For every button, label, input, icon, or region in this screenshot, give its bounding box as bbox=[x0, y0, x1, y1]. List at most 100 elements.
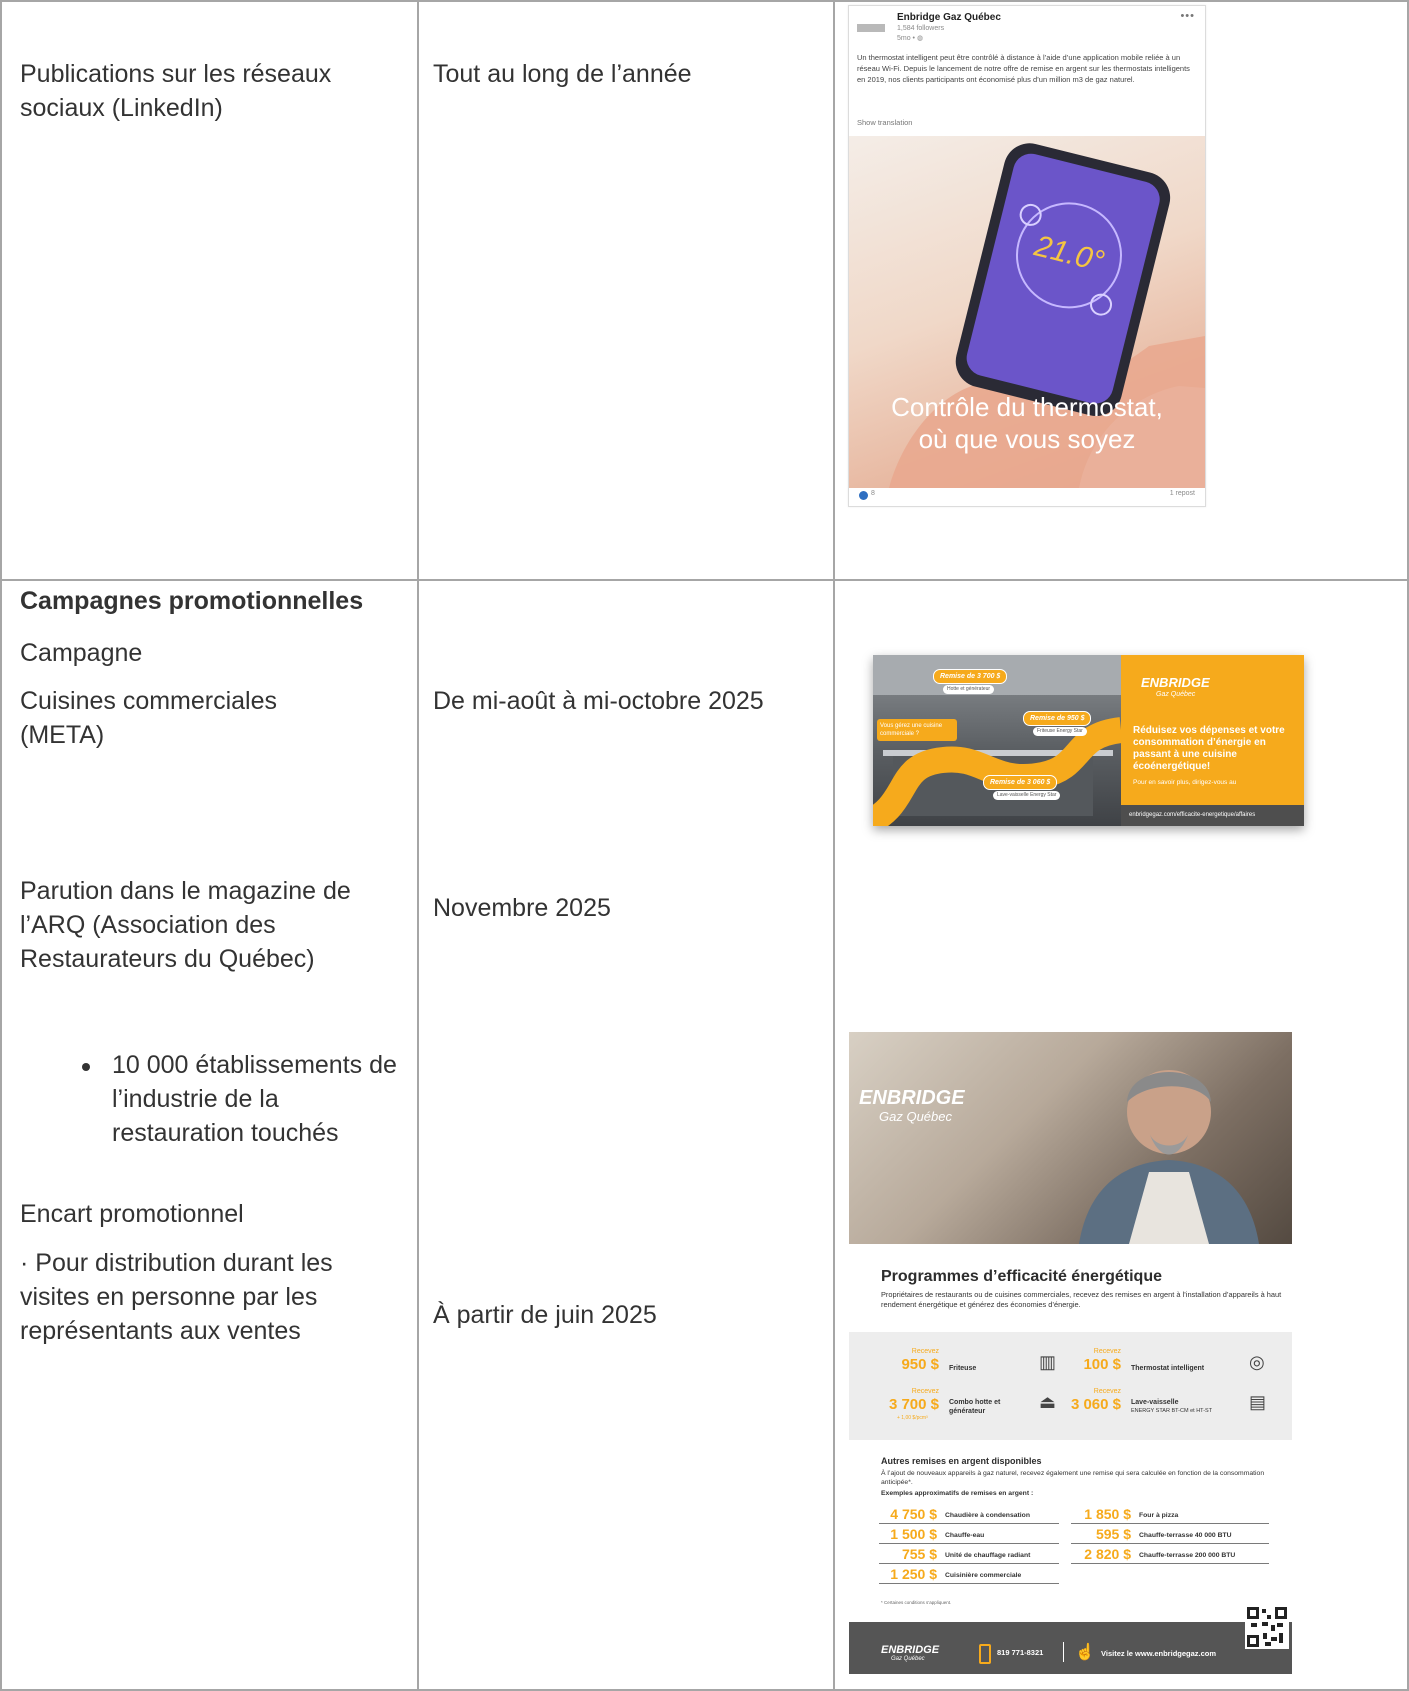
company-logo bbox=[857, 24, 885, 32]
rebate-item: Thermostat intelligent bbox=[1131, 1365, 1205, 1372]
bullet-dot bbox=[82, 1063, 90, 1071]
insert-activity: Encart promotionnel bbox=[20, 1200, 244, 1228]
example-item: Chauffe-terrasse 200 000 BTU bbox=[1139, 1552, 1236, 1559]
promotional-flyer: ENBRIDGE Gaz Québec Programmes d’efficac… bbox=[849, 1032, 1292, 1686]
other-rebates-text: À l’ajout de nouveaux appareils à gaz na… bbox=[881, 1470, 1265, 1486]
more-options-icon: ••• bbox=[1180, 10, 1195, 22]
example-divider bbox=[1071, 1523, 1269, 1524]
footer-separator bbox=[1063, 1642, 1064, 1662]
post-time: 5mo • ◍ bbox=[897, 34, 923, 42]
example-amount: 755 $ bbox=[901, 1546, 937, 1562]
post-followers: 1,584 followers bbox=[897, 25, 945, 32]
meta-period: De mi-août à mi-octobre 2025 bbox=[433, 687, 764, 715]
example-divider bbox=[1071, 1563, 1269, 1564]
rebate-label: Recevez bbox=[911, 1388, 939, 1395]
table-row-divider bbox=[0, 579, 1409, 581]
rebate-amount: 3 060 $ bbox=[1070, 1396, 1121, 1413]
table-border-left bbox=[0, 0, 2, 1691]
footer-phone: 819 771-8321 bbox=[997, 1648, 1044, 1657]
enbridge-logo-sub: Gaz Québec bbox=[1156, 691, 1196, 698]
rebate-tag: Friteuse Energy Star bbox=[1033, 727, 1087, 736]
flyer-enbridge-logo: ENBRIDGE bbox=[859, 1087, 965, 1109]
table-border-top bbox=[0, 0, 1409, 2]
rebate-note: ENERGY STAR BT-CM et HT-ST bbox=[1131, 1408, 1213, 1414]
qr-code bbox=[1245, 1605, 1289, 1649]
table-col-divider bbox=[417, 0, 419, 1691]
qr-code-pattern bbox=[1247, 1607, 1287, 1647]
show-translation-link: Show translation bbox=[857, 118, 913, 127]
ad-question: Vous gérez une cuisine commerciale ? bbox=[877, 719, 957, 741]
ad-headline: Réduisez vos dépenses et votre consommat… bbox=[1133, 725, 1285, 772]
dishwasher-icon: ▤ bbox=[1249, 1392, 1267, 1412]
linkedin-period: Tout au long de l’année bbox=[433, 60, 692, 88]
thermostat-icon: ◎ bbox=[1249, 1352, 1265, 1372]
ad-more-info: Pour en savoir plus, dirigez-vous au bbox=[1133, 779, 1237, 786]
example-amount: 2 820 $ bbox=[1084, 1546, 1131, 1562]
rebate-pill: Remise de 3 700 $ bbox=[933, 669, 1008, 684]
example-item: Chaudière à condensation bbox=[945, 1512, 1030, 1519]
insert-period: À partir de juin 2025 bbox=[433, 1301, 657, 1329]
example-divider bbox=[879, 1523, 1059, 1524]
rebate-label: Recevez bbox=[911, 1348, 939, 1355]
phone-icon bbox=[979, 1644, 991, 1664]
like-count: 8 bbox=[871, 490, 875, 497]
rebate-label: Recevez bbox=[1093, 1348, 1121, 1355]
rebate-tag: Lave-vaisselle Energy Star bbox=[993, 791, 1061, 800]
flyer-title: Programmes d’efficacité énergétique bbox=[881, 1268, 1162, 1285]
flyer-enbridge-logo-sub: Gaz Québec bbox=[879, 1109, 952, 1124]
chef-illustration bbox=[1079, 1070, 1259, 1244]
post-body: Un thermostat intelligent peut être cont… bbox=[857, 53, 1190, 84]
footer-enbridge-logo: ENBRIDGE bbox=[881, 1644, 940, 1656]
flyer-intro: Propriétaires de restaurants ou de cuisi… bbox=[881, 1290, 1282, 1309]
enbridge-logo: ENBRIDGE bbox=[1141, 675, 1210, 690]
example-divider bbox=[879, 1583, 1059, 1584]
image-caption: Contrôle du thermostat, où que vous soye… bbox=[849, 391, 1205, 455]
thermostat-photo: 21.0° Contrôle du thermostat, où que vou… bbox=[849, 136, 1205, 488]
globe-icon: ◍ bbox=[916, 35, 924, 42]
caption-line-1: Contrôle du thermostat, bbox=[891, 392, 1163, 422]
like-icon bbox=[859, 491, 868, 500]
rebate-amount: 3 700 $ bbox=[888, 1396, 939, 1413]
ad-url: enbridgegaz.com/efficacite-energetique/a… bbox=[1129, 812, 1256, 818]
post-company-name: Enbridge Gaz Québec bbox=[897, 12, 1001, 23]
repost-count: 1 repost bbox=[1169, 490, 1195, 497]
campaigns-heading: Campagnes promotionnelles bbox=[20, 587, 364, 615]
kitchen-photo: Remise de 3 700 $ Hotte et générateur Vo… bbox=[873, 655, 1123, 826]
example-amount: 1 250 $ bbox=[890, 1566, 937, 1582]
rebate-pill: Remise de 3 060 $ bbox=[983, 775, 1058, 790]
meta-ad-image: Remise de 3 700 $ Hotte et générateur Vo… bbox=[873, 655, 1304, 826]
example-item: Chauffe-terrasse 40 000 BTU bbox=[1139, 1532, 1232, 1539]
meta-activity: Cuisines commerciales (META) bbox=[20, 687, 278, 749]
arq-bullet-text: 10 000 établissements de l’industrie de … bbox=[112, 1051, 397, 1147]
rebate-pill: Remise de 950 $ bbox=[1023, 711, 1092, 726]
insert-detail: · Pour distribution durant les visites e… bbox=[20, 1249, 333, 1345]
chef-photo: ENBRIDGE Gaz Québec bbox=[849, 1032, 1292, 1244]
arq-period: Novembre 2025 bbox=[433, 894, 611, 922]
example-item: Unité de chauffage radiant bbox=[945, 1552, 1031, 1559]
example-item: Four à pizza bbox=[1139, 1512, 1179, 1519]
click-cursor-icon: ☝ bbox=[1075, 1644, 1095, 1661]
rebate-item: Combo hotte et générateur bbox=[949, 1399, 1001, 1415]
examples-title: Exemples approximatifs de remises en arg… bbox=[881, 1490, 1034, 1497]
example-amount: 1 500 $ bbox=[890, 1526, 937, 1542]
linkedin-post-image: Enbridge Gaz Québec 1,584 followers 5mo … bbox=[848, 5, 1206, 507]
example-divider bbox=[879, 1563, 1059, 1564]
table-col-divider bbox=[833, 0, 835, 1691]
linkedin-activity: Publications sur les réseaux sociaux (Li… bbox=[20, 60, 332, 122]
example-divider bbox=[1071, 1543, 1269, 1544]
example-divider bbox=[879, 1543, 1059, 1544]
example-amount: 4 750 $ bbox=[890, 1506, 937, 1522]
footer-website: Visitez le www.enbridgegaz.com bbox=[1101, 1649, 1217, 1658]
rebate-amount: 950 $ bbox=[901, 1356, 939, 1373]
flyer-footnote: * Certaines conditions s’appliquent. bbox=[881, 1600, 952, 1605]
rebate-note: + 1,00 $/pcm³ bbox=[897, 1415, 928, 1421]
caption-line-2: où que vous soyez bbox=[918, 424, 1136, 454]
rebate-label: Recevez bbox=[1093, 1388, 1121, 1395]
example-amount: 595 $ bbox=[1095, 1526, 1131, 1542]
campaign-label: Campagne bbox=[20, 639, 143, 667]
rebate-item: Friteuse bbox=[949, 1365, 977, 1372]
example-item: Chauffe-eau bbox=[945, 1532, 985, 1539]
example-amount: 1 850 $ bbox=[1084, 1506, 1131, 1522]
rebate-item: Lave-vaisselle bbox=[1131, 1399, 1179, 1406]
post-footer: 8 1 repost bbox=[849, 488, 1205, 506]
